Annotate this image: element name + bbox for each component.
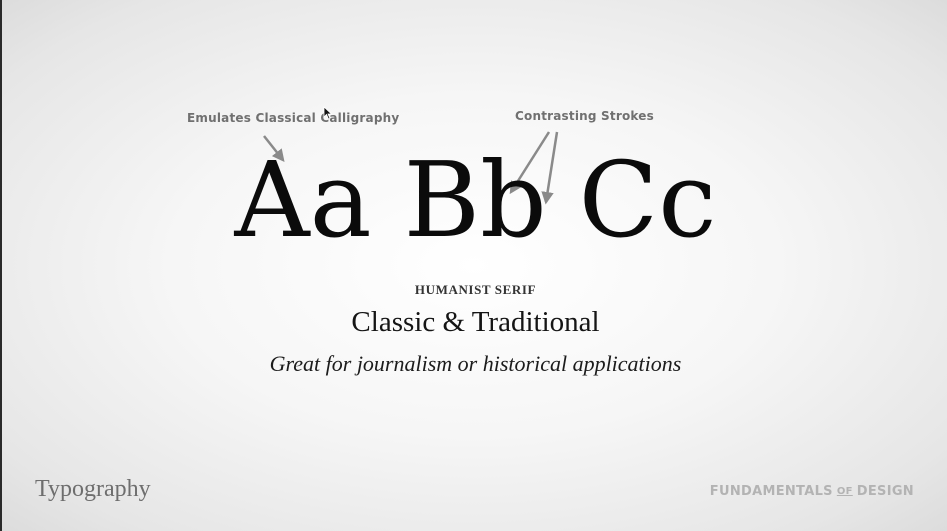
brand-word-fundamentals: FUNDAMENTALS: [709, 484, 833, 499]
subtitle: Classic & Traditional: [351, 306, 600, 338]
annotation-calligraphy: Emulates Classical Calligraphy: [187, 111, 400, 125]
description: Great for journalism or historical appli…: [269, 351, 682, 376]
brand-word-design: DESIGN: [856, 484, 914, 499]
specimen-aa: Aa: [234, 139, 372, 261]
specimen-cc: Cc: [578, 139, 717, 261]
type-specimen: Aa Bb Cc: [2, 140, 947, 260]
brand-word-of: OF: [836, 486, 853, 497]
annotation-arrows: [263, 131, 559, 205]
mouse-cursor-icon: [323, 106, 333, 120]
slide: Emulates Classical Calligraphy Contrasti…: [0, 0, 947, 531]
typeface-category: HUMANIST SERIF: [414, 282, 537, 297]
annotation-contrasting-strokes: Contrasting Strokes: [515, 109, 654, 123]
brand-logo: FUNDAMENTALS OF DESIGN: [710, 484, 914, 499]
specimen-bb: Bb: [403, 139, 547, 261]
section-label: Typography: [35, 476, 151, 502]
